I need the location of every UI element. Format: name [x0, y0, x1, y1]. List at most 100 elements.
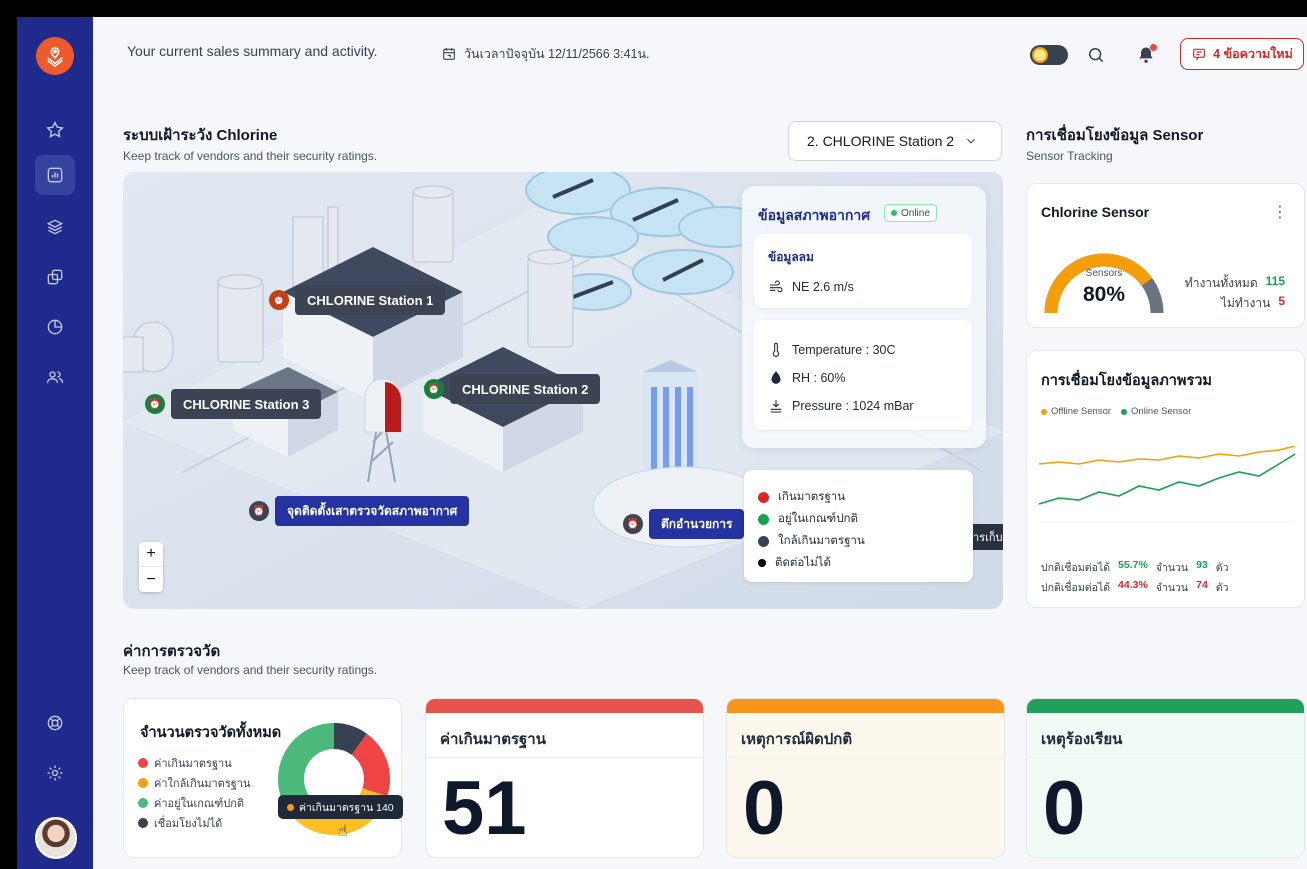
gauge-value: 80%: [1082, 283, 1126, 306]
sun-icon: [1032, 47, 1048, 63]
stat-offline: ปกติเชื่อมต่อได้ 44.3% จำนวน 74 ตัว: [1041, 579, 1229, 596]
inactive-label: ไม่ทำงาน: [1220, 296, 1271, 310]
pin-station-1[interactable]: ⏰ CHLORINE Station 1: [269, 285, 446, 315]
stat-online: ปกติเชื่อมต่อได้ 55.7% จำนวน 93 ตัว: [1041, 559, 1229, 576]
zoom-out-button[interactable]: −: [139, 567, 163, 592]
inactive-value: 5: [1278, 294, 1285, 308]
nav-users-icon[interactable]: [35, 357, 75, 397]
exceed-card[interactable]: ค่าเกินมาตรฐาน 51: [425, 698, 704, 858]
status-badge-text: Online: [901, 207, 930, 219]
chevron-down-icon: [967, 138, 975, 144]
nav-favorites-icon[interactable]: [35, 110, 75, 150]
temperature-value: Temperature : 30C: [792, 343, 896, 357]
wind-value: NE 2.6 m/s: [792, 280, 854, 294]
total-value: 115: [1265, 274, 1285, 288]
alarm-clock-icon: ⏰: [145, 394, 165, 414]
pin-station-2[interactable]: ⏰ CHLORINE Station 2: [424, 374, 601, 404]
exceed-card-title: ค่าเกินมาตรฐาน: [440, 731, 546, 748]
pin-admin-building[interactable]: ⏰ ตึกอำนวยการ: [623, 509, 745, 539]
stat-percent: 55.7%: [1118, 559, 1148, 571]
total-legend-label: ค่าเกินมาตรฐาน: [154, 758, 232, 770]
legend-online: Online Sensor: [1131, 406, 1192, 417]
map-legend: เกินมาตรฐาน อยู่ในเกณฑ์ปกติ ใกล้เกินมาตร…: [744, 470, 973, 582]
humidity-row: RH : 60%: [768, 364, 972, 392]
monitor-subtitle: Keep track of vendors and their security…: [123, 149, 378, 163]
pin-weather-tower-label: จุดติดตั้งเสาตรวจวัดสภาพอากาศ: [275, 496, 470, 526]
complaint-card[interactable]: เหตุร้องเรียน 0: [1026, 698, 1305, 858]
overall-line-chart: [1039, 446, 1295, 523]
pin-station-3-label: CHLORINE Station 3: [171, 389, 322, 419]
total-legend-label: ค่าอยู่ในเกณฑ์ปกติ: [154, 798, 245, 810]
plant-map[interactable]: ⏰ CHLORINE Station 1 ⏰ CHLORINE Station …: [123, 172, 1003, 609]
page-summary: Your current sales summary and activity.: [127, 43, 378, 59]
gauge-label: Sensors: [1085, 268, 1123, 279]
map-zoom-control: + −: [139, 542, 163, 592]
logo-icon[interactable]: [36, 37, 74, 75]
total-legend-label: เชื่อมโยงไม่ได้: [154, 818, 223, 830]
stat-unit: ตัว: [1215, 562, 1229, 574]
station-select-value: 2. CHLORINE Station 2: [807, 133, 955, 149]
sensor-link-subtitle: Sensor Tracking: [1026, 149, 1113, 163]
measure-title: ค่าการตรวจวัด: [123, 643, 221, 660]
abnormal-card[interactable]: เหตุการณ์ผิดปกติ 0: [726, 698, 1005, 858]
stat-unit: ตัว: [1215, 582, 1229, 594]
thermometer-icon: [772, 342, 780, 357]
wind-card: ข้อมูลลม NE 2.6 m/s: [754, 234, 972, 308]
conditions-card: Temperature : 30C RH : 60% Pressure : 10…: [754, 320, 972, 430]
alarm-clock-icon: ⏰: [249, 501, 269, 521]
sensor-stats: ทำงานทั้งหมด 115 ไม่ทำงาน 5: [1167, 274, 1285, 314]
temperature-row: Temperature : 30C: [768, 336, 972, 364]
pressure-icon: [770, 400, 782, 413]
theme-toggle[interactable]: [1030, 45, 1068, 65]
complaint-card-value: 0: [1043, 766, 1086, 851]
abnormal-card-value: 0: [743, 766, 786, 851]
legend-item: อยู่ในเกณฑ์ปกติ: [758, 508, 973, 530]
new-messages-button[interactable]: 4 ข้อความใหม่: [1180, 38, 1304, 70]
monitor-title: ระบบเฝ้าระวัง Chlorine: [123, 127, 278, 144]
legend-item: ติดต่อไม่ได้: [758, 552, 973, 574]
weather-panel: ข้อมูลสภาพอากาศ Online ข้อมูลลม NE 2.6 m…: [742, 186, 986, 448]
station-select[interactable]: 2. CHLORINE Station 2: [788, 121, 1002, 161]
alarm-clock-icon: ⏰: [623, 514, 643, 534]
avatar[interactable]: [35, 817, 77, 859]
legend-item: เกินมาตรฐาน: [758, 486, 973, 508]
total-measure-title: จำนวนตรวจวัดทั้งหมด: [140, 725, 282, 741]
donut-tooltip-text: ค่าเกินมาตรฐาน 140: [299, 801, 394, 814]
sidebar: [17, 17, 93, 869]
legend-label: ใกล้เกินมาตรฐาน: [778, 535, 865, 547]
pin-station-3[interactable]: ⏰ CHLORINE Station 3: [145, 389, 322, 419]
more-options-icon[interactable]: ⋮: [1272, 202, 1288, 222]
chlorine-sensor-title: Chlorine Sensor: [1041, 204, 1150, 220]
notification-dot: [1150, 44, 1157, 51]
pressure-row: Pressure : 1024 mBar: [768, 392, 972, 420]
complaint-card-title: เหตุร้องเรียน: [1041, 731, 1123, 748]
pin-station-1-label: CHLORINE Station 1: [295, 285, 446, 315]
nav-pie-icon[interactable]: [35, 307, 75, 347]
chlorine-sensor-card: Chlorine Sensor ⋮ Sensors 80% ทำงานทั้งห…: [1026, 183, 1305, 328]
new-messages-label: 4 ข้อความใหม่: [1213, 47, 1293, 61]
pin-station-2-label: CHLORINE Station 2: [450, 374, 601, 404]
nav-copy-icon[interactable]: [35, 257, 75, 297]
nav-layers-icon[interactable]: [35, 207, 75, 247]
pin-weather-tower[interactable]: ⏰ จุดติดตั้งเสาตรวจวัดสภาพอากาศ: [249, 496, 470, 526]
nav-dashboard-icon[interactable]: [35, 155, 75, 195]
pressure-value: Pressure : 1024 mBar: [792, 399, 914, 413]
stat-count: 93: [1196, 559, 1208, 571]
current-date: วันเวลาปัจจุบัน 12/11/2566 3:41น.: [441, 44, 650, 64]
overall-legend: Offline Sensor Online Sensor: [1041, 406, 1191, 417]
total-legend: ค่าเกินมาตรฐาน ค่าใกล้เกินมาตรฐาน ค่าอยู…: [138, 753, 251, 833]
total-label: ทำงานทั้งหมด: [1184, 276, 1258, 290]
zoom-in-button[interactable]: +: [139, 542, 163, 567]
sensor-link-title: การเชื่อมโยงข้อมูล Sensor: [1026, 127, 1204, 144]
nav-settings-icon[interactable]: [35, 753, 75, 793]
donut-tooltip: ค่าเกินมาตรฐาน 140: [278, 795, 403, 819]
search-icon[interactable]: [1084, 43, 1108, 67]
nav-support-icon[interactable]: [35, 703, 75, 743]
stat-count-label: จำนวน: [1155, 582, 1189, 594]
total-measure-card: จำนวนตรวจวัดทั้งหมด ค่าเกินมาตรฐาน ค่าใก…: [123, 698, 403, 858]
stat-count-label: จำนวน: [1155, 562, 1189, 574]
droplet-icon: [771, 371, 781, 384]
stat-label: ปกติเชื่อมต่อได้: [1041, 582, 1111, 594]
calendar-icon: [443, 48, 455, 60]
bell-icon[interactable]: [1134, 43, 1158, 67]
